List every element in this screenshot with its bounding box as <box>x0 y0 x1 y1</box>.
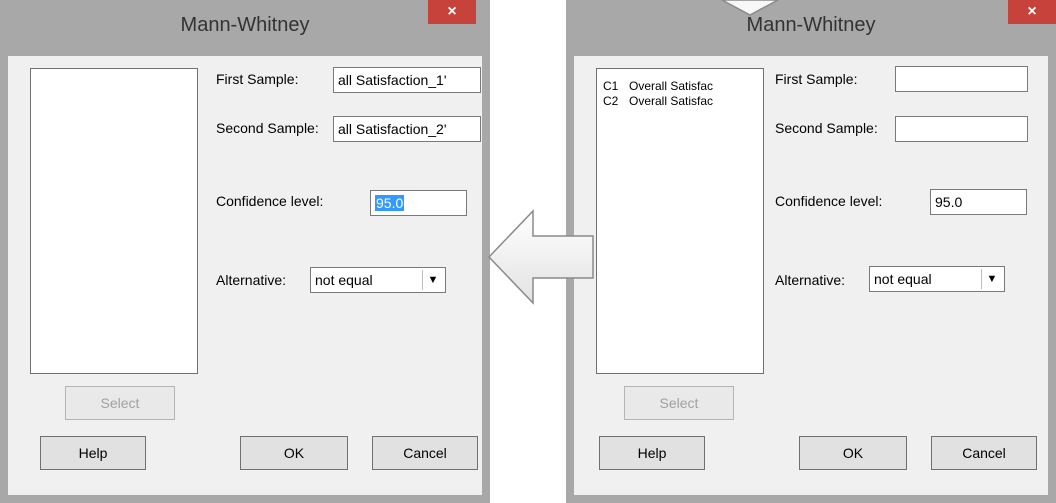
confidence-level-value: 95.0 <box>375 195 405 211</box>
close-button[interactable]: × <box>428 0 476 24</box>
ok-button[interactable]: OK <box>799 436 907 470</box>
first-sample-input[interactable]: all Satisfaction_1' <box>333 67 481 93</box>
alternative-select-value: not equal <box>874 271 932 287</box>
cancel-button[interactable]: Cancel <box>372 436 478 470</box>
second-sample-input[interactable] <box>895 116 1028 142</box>
mann-whitney-dialog-empty: Mann-Whitney × C1 Overall Satisfac C2 Over… <box>566 0 1056 503</box>
alternative-label: Alternative: <box>216 272 287 288</box>
variables-listbox[interactable] <box>30 68 198 374</box>
list-item[interactable]: C2 Overall Satisfac <box>603 94 713 108</box>
column-code: C1 <box>603 79 619 93</box>
mann-whitney-dialog-filled: Mann-Whitney × First Sample: all Satisfa… <box>0 0 490 503</box>
dialog-title: Mann-Whitney <box>180 14 310 36</box>
column-code: C2 <box>603 94 619 108</box>
help-button[interactable]: Help <box>599 436 705 470</box>
first-sample-label: First Sample: <box>775 71 858 87</box>
dropdown-arrow-icon[interactable]: ▼ <box>422 270 443 290</box>
column-name: Overall Satisfac <box>629 79 714 93</box>
dialog-body: First Sample: all Satisfaction_1' Second… <box>8 56 482 495</box>
alternative-select-value: not equal <box>315 272 373 288</box>
help-button[interactable]: Help <box>40 436 146 470</box>
confidence-level-label: Confidence level: <box>216 193 324 209</box>
close-button[interactable]: × <box>1008 0 1056 24</box>
dropdown-arrow-icon[interactable]: ▼ <box>981 269 1002 289</box>
variables-listbox[interactable]: C1 Overall Satisfac C2 Overall Satisfac <box>596 68 764 374</box>
confidence-level-label: Confidence level: <box>775 193 883 209</box>
cancel-button[interactable]: Cancel <box>931 436 1037 470</box>
first-sample-input[interactable] <box>895 66 1028 92</box>
dialog-title: Mann-Whitney <box>746 14 876 36</box>
second-sample-label: Second Sample: <box>775 120 878 136</box>
arrow-down-icon <box>721 0 779 16</box>
alternative-label: Alternative: <box>775 272 846 288</box>
title-bar[interactable]: Mann-Whitney × <box>566 0 1056 56</box>
first-sample-label: First Sample: <box>216 71 299 87</box>
title-bar[interactable]: Mann-Whitney × <box>0 0 490 56</box>
ok-button[interactable]: OK <box>240 436 348 470</box>
second-sample-input[interactable]: all Satisfaction_2' <box>333 116 481 142</box>
alternative-select[interactable]: not equal ▼ <box>310 267 446 293</box>
alternative-select[interactable]: not equal ▼ <box>869 266 1005 292</box>
column-name: Overall Satisfac <box>629 94 714 108</box>
select-button[interactable]: Select <box>65 386 175 420</box>
second-sample-label: Second Sample: <box>216 120 319 136</box>
dialog-body: C1 Overall Satisfac C2 Overall Satisfac Fi… <box>574 56 1048 495</box>
arrow-left-icon <box>487 209 594 305</box>
select-button[interactable]: Select <box>624 386 734 420</box>
confidence-level-input[interactable]: 95.0 <box>930 189 1027 215</box>
list-item[interactable]: C1 Overall Satisfac <box>603 79 713 93</box>
confidence-level-input[interactable]: 95.0 <box>370 190 467 216</box>
